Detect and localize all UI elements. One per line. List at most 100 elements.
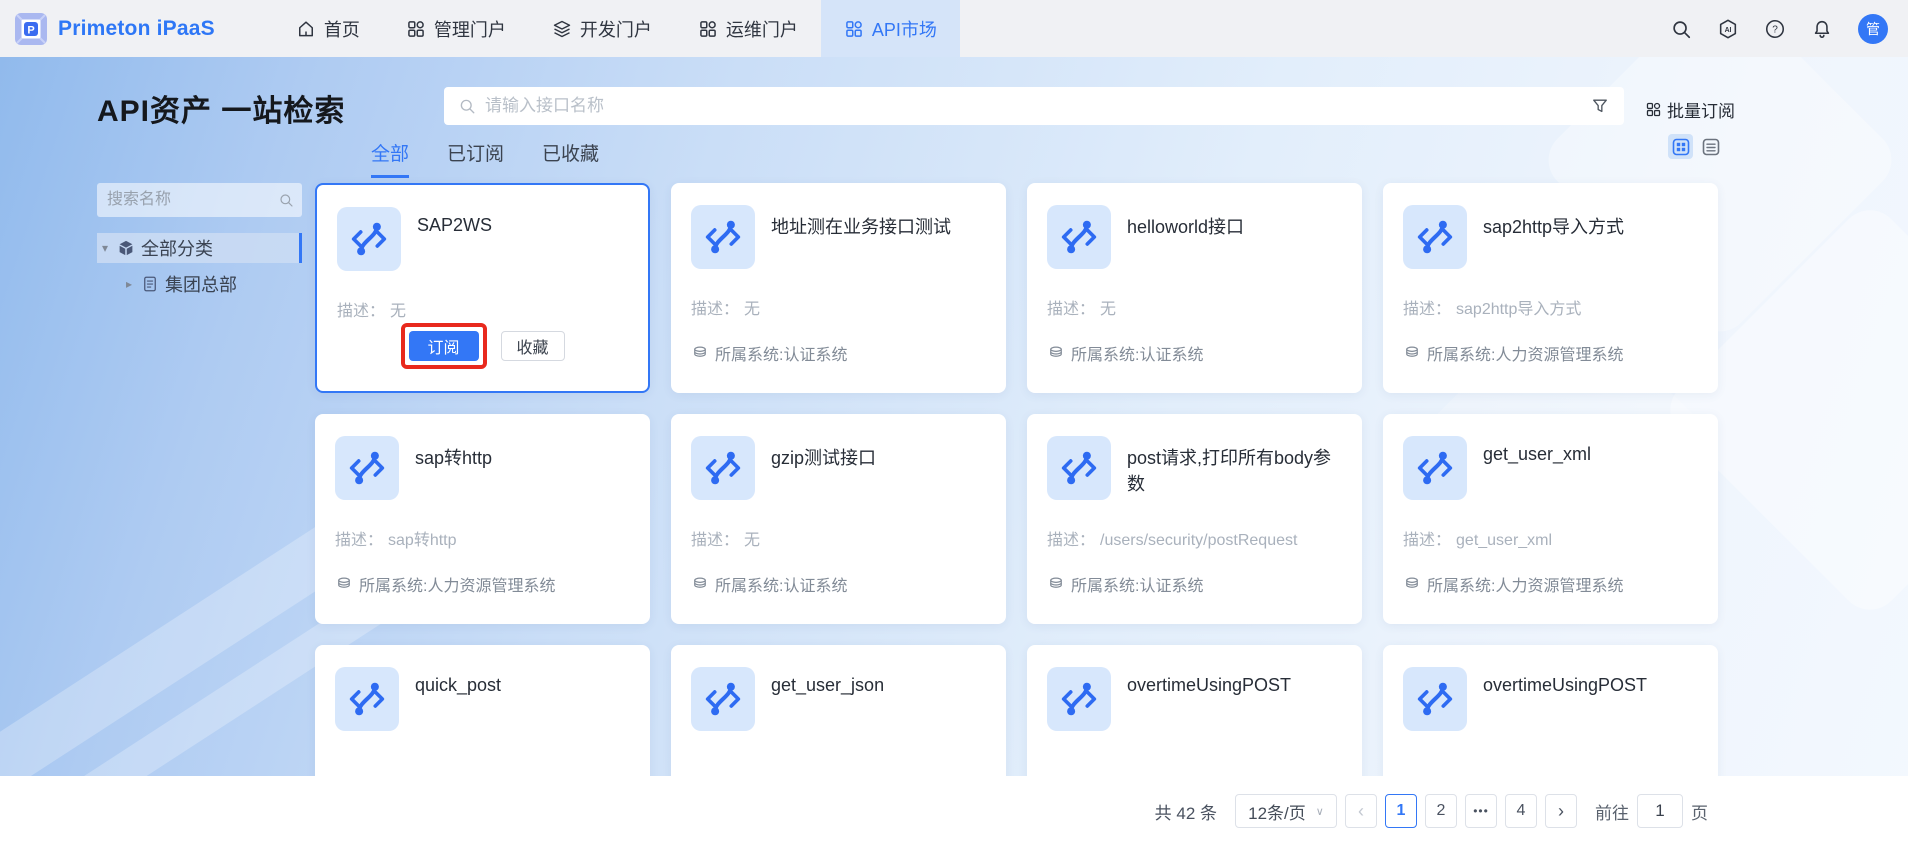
api-card-title: SAP2WS	[417, 215, 634, 236]
api-card-actions: 订阅 收藏	[317, 323, 648, 369]
svg-text:AI: AI	[1725, 26, 1732, 33]
logo-text: Primeton iPaaS	[58, 17, 215, 41]
search-icon[interactable]	[1670, 18, 1692, 40]
api-card[interactable]: get_user_xml 描述：get_user_xml 所属系统:人力资源管理…	[1383, 414, 1718, 624]
database-icon	[691, 575, 709, 593]
subscribe-button[interactable]: 订阅	[409, 331, 479, 361]
nav-item-label: 首页	[324, 16, 360, 42]
api-card[interactable]: post请求,打印所有body参数 描述：/users/security/pos…	[1027, 414, 1362, 624]
chevron-down-icon: ∨	[1316, 805, 1324, 818]
tab-subscribed[interactable]: 已订阅	[447, 139, 504, 178]
database-icon	[1047, 344, 1065, 362]
database-icon	[335, 575, 353, 593]
nav-item-label: 开发门户	[580, 16, 652, 42]
api-card-system: 所属系统:认证系统	[691, 572, 847, 596]
primeton-logo-icon: P	[14, 12, 48, 46]
api-icon	[1047, 436, 1111, 500]
page-button-4[interactable]: 4	[1505, 794, 1537, 828]
api-icon	[335, 667, 399, 731]
search-icon	[458, 97, 476, 115]
page-button-1[interactable]: 1	[1385, 794, 1417, 828]
api-card-description: 描述：sap2http导入方式	[1403, 295, 1581, 319]
api-icon	[1403, 667, 1467, 731]
caret-down-icon[interactable]: ▾	[99, 241, 111, 255]
page-ellipsis-button[interactable]: •••	[1465, 794, 1497, 828]
list-view-icon	[1701, 137, 1721, 157]
app-logo[interactable]: P Primeton iPaaS	[14, 12, 215, 46]
nav-item-home[interactable]: 首页	[273, 0, 383, 57]
svg-text:?: ?	[1772, 24, 1778, 35]
api-icon	[1403, 436, 1467, 500]
help-icon[interactable]: ?	[1764, 18, 1786, 40]
api-card-description: 描述：无	[691, 295, 760, 319]
api-card-title: sap转http	[415, 444, 636, 470]
nav-item-ops-portal[interactable]: 运维门户	[675, 0, 821, 57]
nav-item-dev-portal[interactable]: 开发门户	[529, 0, 675, 57]
api-card-title: get_user_xml	[1483, 444, 1704, 465]
api-card-description: 描述：无	[691, 526, 760, 550]
api-card[interactable]: sap2http导入方式 描述：sap2http导入方式 所属系统:人力资源管理…	[1383, 183, 1718, 393]
list-view-toggle[interactable]	[1698, 134, 1723, 159]
top-navigation-bar: P Primeton iPaaS 首页 管理门户 开发门户 运维门户	[0, 0, 1908, 57]
prev-page-button[interactable]: ‹	[1345, 794, 1377, 828]
layers-icon	[552, 19, 572, 39]
app-window: P Primeton iPaaS 首页 管理门户 开发门户 运维门户	[0, 0, 1908, 846]
tab-favorited[interactable]: 已收藏	[542, 139, 599, 178]
user-avatar[interactable]: 管	[1858, 14, 1888, 44]
api-card-sap2ws[interactable]: SAP2WS 描述：无 订阅 收藏	[315, 183, 650, 393]
api-card-description: 描述：sap转http	[335, 526, 457, 550]
view-mode-toggles	[1668, 134, 1723, 159]
nav-item-admin-portal[interactable]: 管理门户	[383, 0, 529, 57]
tab-all[interactable]: 全部	[371, 139, 409, 178]
api-card-title: get_user_json	[771, 675, 992, 696]
grid-icon	[698, 19, 718, 39]
api-icon	[335, 436, 399, 500]
api-card[interactable]: 地址测在业务接口测试 描述：无 所属系统:认证系统	[671, 183, 1006, 393]
tree-node-group-hq[interactable]: ▸ 集团总部	[97, 269, 302, 299]
api-card-description: 描述：无	[337, 297, 406, 321]
database-icon	[1403, 575, 1421, 593]
api-card-description: 描述：无	[1047, 295, 1116, 319]
api-card-description: 描述：/users/security/postRequest	[1047, 526, 1297, 550]
api-icon	[691, 667, 755, 731]
nav-right-actions: AI ? 管	[1670, 14, 1888, 44]
api-card-system: 所属系统:人力资源管理系统	[335, 572, 555, 596]
api-card[interactable]: gzip测试接口 描述：无 所属系统:认证系统	[671, 414, 1006, 624]
api-icon	[337, 207, 401, 271]
category-search-input[interactable]	[97, 183, 302, 217]
page-size-select[interactable]: 12条/页 ∨	[1235, 794, 1337, 828]
category-tree: ▾ 全部分类 ▸ 集团总部	[97, 233, 302, 299]
api-search-input[interactable]	[485, 96, 1590, 116]
card-view-toggle[interactable]	[1668, 134, 1693, 159]
api-card[interactable]: sap转http 描述：sap转http 所属系统:人力资源管理系统	[315, 414, 650, 624]
list-tabs: 全部 已订阅 已收藏	[371, 139, 599, 178]
page-title: API资产 一站检索	[97, 86, 345, 130]
nav-item-api-market[interactable]: API市场	[821, 0, 960, 57]
notification-bell-icon[interactable]	[1811, 18, 1833, 40]
annotation-highlight-box: 订阅	[401, 323, 487, 369]
api-card-system: 所属系统:认证系统	[1047, 341, 1203, 365]
api-card-system: 所属系统:人力资源管理系统	[1403, 341, 1623, 365]
api-icon	[1047, 667, 1111, 731]
database-icon	[1403, 344, 1421, 362]
api-card-title: gzip测试接口	[771, 444, 992, 470]
goto-page-unit: 页	[1691, 799, 1708, 824]
cube-icon	[117, 239, 135, 257]
api-card[interactable]: helloworld接口 描述：无 所属系统:认证系统	[1027, 183, 1362, 393]
favorite-button[interactable]: 收藏	[501, 331, 565, 361]
tree-node-all-categories[interactable]: ▾ 全部分类	[97, 233, 302, 263]
batch-subscribe-button[interactable]: 批量订阅	[1645, 97, 1735, 122]
ai-assistant-icon[interactable]: AI	[1717, 18, 1739, 40]
api-card-title: sap2http导入方式	[1483, 213, 1704, 239]
caret-right-icon[interactable]: ▸	[123, 277, 135, 291]
api-card-title: quick_post	[415, 675, 636, 696]
api-icon	[1403, 205, 1467, 269]
page-button-2[interactable]: 2	[1425, 794, 1457, 828]
grid-icon	[844, 19, 864, 39]
svg-text:P: P	[27, 24, 34, 36]
api-card-title: overtimeUsingPOST	[1483, 675, 1704, 696]
goto-page-input[interactable]	[1637, 794, 1683, 828]
next-page-button[interactable]: ›	[1545, 794, 1577, 828]
filter-funnel-icon[interactable]	[1590, 96, 1610, 116]
api-card-system: 所属系统:认证系统	[1047, 572, 1203, 596]
